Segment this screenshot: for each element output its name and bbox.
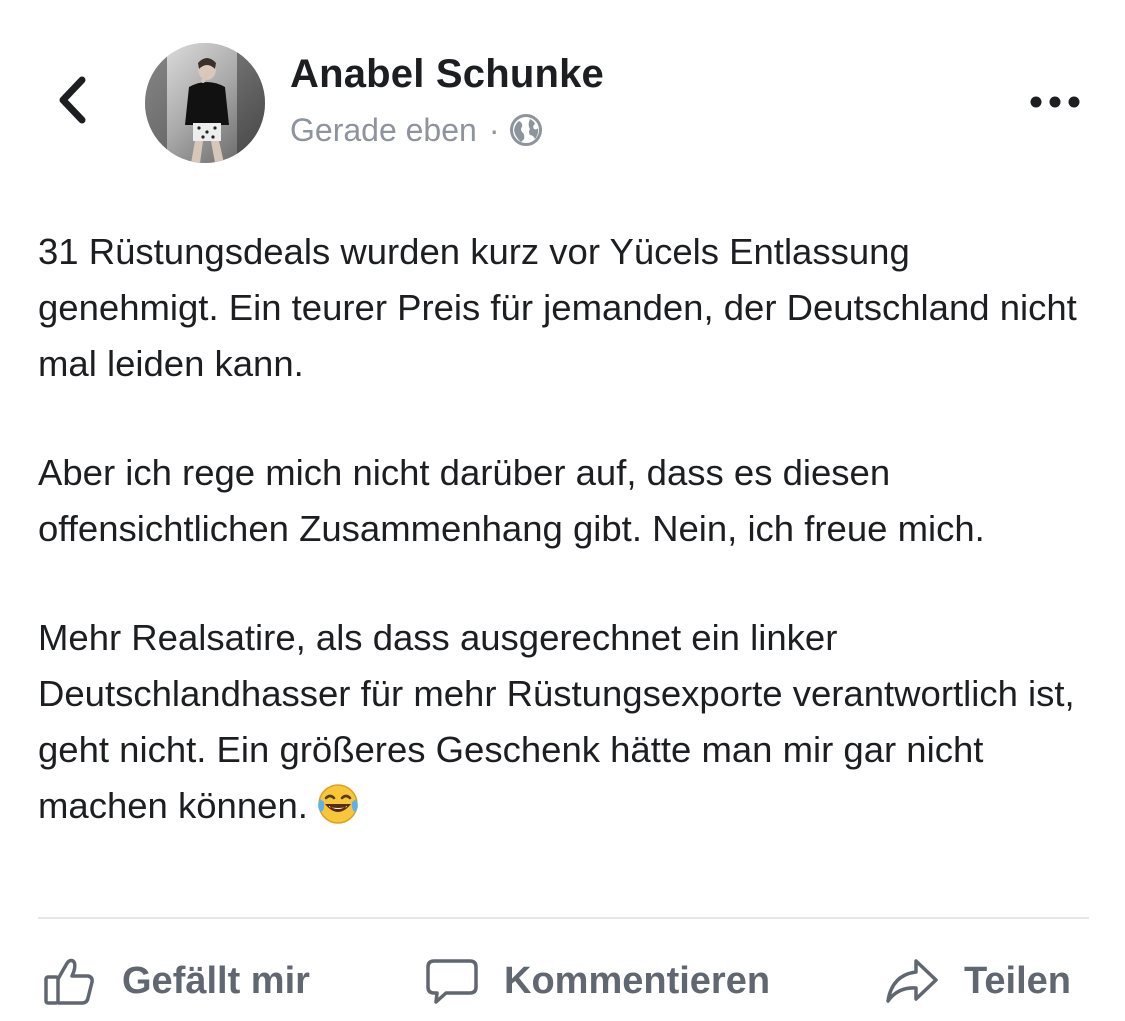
timestamp[interactable]: Gerade eben (290, 112, 477, 149)
author-name[interactable]: Anabel Schunke (290, 52, 604, 97)
post-paragraph-last: Mehr Realsatire, als dass ausgerechnet e… (38, 610, 1098, 842)
thumbs-up-icon (42, 953, 98, 1009)
meta-separator: · (488, 111, 500, 148)
post-meta: Gerade eben · (290, 108, 543, 152)
like-label: Gefällt mir (122, 959, 310, 1002)
more-options-icon (1029, 95, 1081, 114)
comment-icon (424, 953, 480, 1009)
back-button[interactable] (44, 70, 100, 134)
post-paragraph: 31 Rüstungsdeals wurden kurz vor Yücels … (38, 231, 1077, 384)
globe-icon[interactable] (509, 113, 543, 147)
like-button[interactable]: Gefällt mir (42, 950, 310, 1012)
share-button[interactable]: Teilen (884, 950, 1071, 1012)
comment-label: Kommentieren (504, 959, 771, 1002)
share-icon (884, 953, 940, 1009)
post-paragraph: Aber ich rege mich nicht darüber auf, da… (38, 452, 985, 549)
tears-of-joy-emoji (316, 782, 360, 842)
more-options-button[interactable] (1025, 84, 1085, 124)
divider (38, 917, 1089, 919)
share-label: Teilen (964, 959, 1071, 1002)
avatar[interactable] (145, 43, 265, 163)
post-text: 31 Rüstungsdeals wurden kurz vor Yücels … (38, 224, 1098, 842)
comment-button[interactable]: Kommentieren (424, 950, 770, 1012)
post-paragraph-text: Mehr Realsatire, als dass ausgerechnet e… (38, 617, 1075, 826)
chevron-left-icon (55, 75, 89, 130)
